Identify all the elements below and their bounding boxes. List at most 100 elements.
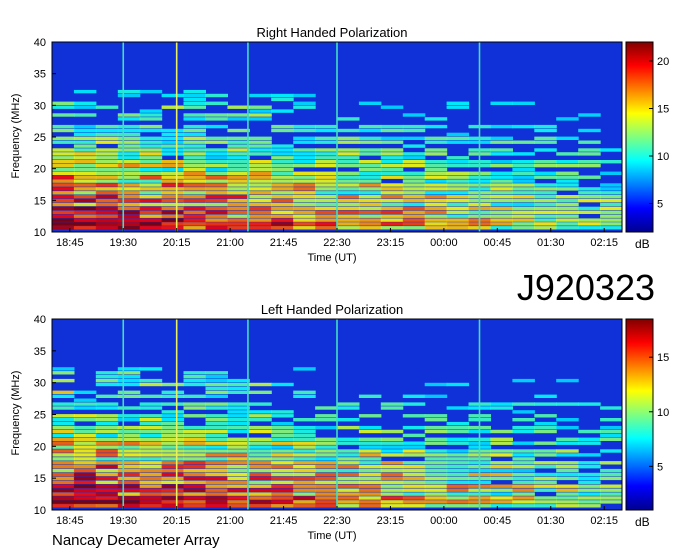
- heat-cell: [315, 472, 338, 477]
- x-tick-label: 23:15: [377, 515, 405, 527]
- heat-cell: [446, 156, 470, 160]
- heat-cell: [95, 214, 119, 218]
- heat-cell: [600, 449, 623, 453]
- heat-cell: [512, 410, 535, 414]
- heat-cell: [490, 218, 513, 222]
- heat-cell: [293, 187, 316, 191]
- heat-cell: [52, 496, 75, 500]
- heat-cell: [183, 484, 206, 488]
- heat-cell: [249, 488, 272, 492]
- heat-cell: [139, 179, 163, 183]
- heat-cell: [205, 222, 228, 226]
- heat-cell: [402, 163, 426, 168]
- heat-cell: [52, 488, 75, 492]
- heat-cell: [117, 89, 141, 94]
- heat-cell: [293, 429, 316, 434]
- x-tick-label: 20:15: [163, 237, 191, 249]
- heat-cell: [402, 468, 426, 473]
- heat-cell: [534, 148, 557, 152]
- heat-cell: [249, 465, 272, 469]
- heat-cell: [358, 437, 382, 441]
- heat-cell: [578, 218, 601, 222]
- heat-cell: [578, 175, 601, 179]
- heat-cell: [271, 425, 294, 430]
- y-tick-label: 30: [34, 378, 46, 390]
- heat-cell: [161, 429, 185, 434]
- heat-cell: [337, 160, 360, 164]
- heat-cell: [534, 218, 557, 222]
- heat-cell: [205, 93, 228, 98]
- heat-cell: [52, 101, 75, 105]
- heat-cell: [446, 382, 470, 387]
- heat-cell: [139, 480, 163, 484]
- heat-cell: [358, 124, 382, 129]
- heat-cell: [73, 179, 97, 183]
- heat-cell: [161, 218, 185, 222]
- heat-cell: [161, 206, 185, 211]
- heat-cell: [161, 191, 185, 195]
- heat-cell: [380, 472, 404, 477]
- heat-cell: [161, 198, 185, 203]
- heat-cell: [183, 148, 206, 152]
- heat-cell: [227, 218, 250, 222]
- heat-cell: [337, 457, 360, 461]
- heat-cell: [556, 117, 579, 121]
- heat-cell: [600, 210, 623, 214]
- heat-cell: [205, 445, 228, 449]
- heat-cell: [117, 504, 141, 508]
- heat-cell: [139, 437, 163, 441]
- heat-cell: [271, 457, 294, 461]
- heat-cell: [490, 198, 513, 203]
- heat-cell: [161, 414, 185, 418]
- heat-cell: [556, 195, 579, 199]
- heat-cell: [358, 468, 382, 473]
- heat-cell: [424, 480, 448, 484]
- heat-cell: [358, 488, 382, 492]
- heat-cell: [534, 488, 557, 492]
- heat-cell: [161, 496, 185, 500]
- heat-cell: [117, 222, 141, 226]
- heat-cell: [315, 156, 338, 160]
- heat-cell: [183, 433, 206, 438]
- heat-cell: [249, 214, 272, 218]
- heat-cell: [424, 461, 448, 465]
- heat-cell: [380, 210, 404, 214]
- heat-cell: [293, 218, 316, 222]
- heat-cell: [161, 500, 185, 504]
- colorbar-tick-label: 15: [657, 104, 669, 116]
- heat-cell: [205, 418, 228, 422]
- heat-cell: [139, 449, 163, 453]
- heat-cell: [117, 183, 141, 187]
- heat-cell: [446, 132, 470, 137]
- heat-cell: [271, 472, 294, 477]
- heat-cell: [73, 398, 97, 402]
- heat-cell: [139, 441, 163, 445]
- heat-cell: [402, 160, 426, 164]
- heat-cell: [556, 465, 579, 469]
- heat-cell: [249, 175, 272, 179]
- heat-cell: [534, 171, 557, 175]
- heat-cell: [249, 171, 272, 175]
- heat-cell: [52, 437, 75, 441]
- heat-cell: [315, 148, 338, 152]
- heat-cell: [556, 222, 579, 226]
- heat-cell: [205, 371, 228, 375]
- heat-cell: [95, 433, 119, 438]
- heat-cell: [95, 441, 119, 445]
- heat-cell: [52, 425, 75, 430]
- heat-cell: [446, 496, 470, 500]
- heat-cell: [490, 152, 513, 156]
- heat-cell: [249, 226, 272, 230]
- heat-cell: [161, 179, 185, 183]
- heat-cell: [534, 214, 557, 218]
- heat-cell: [424, 496, 448, 500]
- heat-cell: [490, 461, 513, 465]
- x-tick-label: 02:15: [590, 515, 618, 527]
- heat-cell: [358, 171, 382, 175]
- x-tick-label: 23:15: [377, 237, 405, 249]
- heat-cell: [512, 461, 535, 465]
- panel-right-polarization: Right Handed Polarization 18:45 19:30 20:1…: [10, 25, 669, 264]
- heat-cell: [139, 171, 163, 175]
- heat-cell: [183, 222, 206, 226]
- heat-cell: [183, 167, 206, 172]
